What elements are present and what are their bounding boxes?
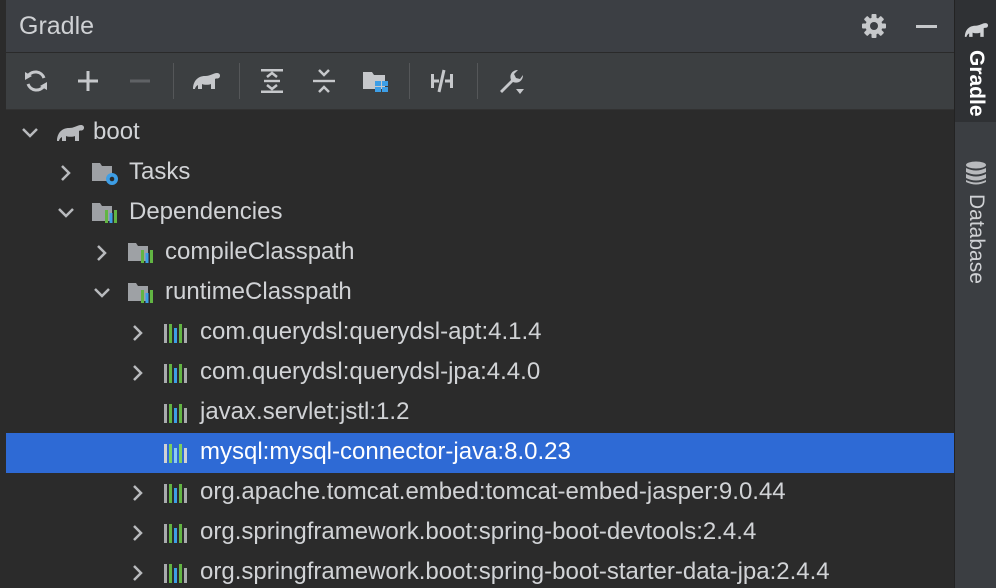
tree-node-label: Dependencies — [129, 198, 283, 225]
tree-node-label: org.springframework.boot:spring-boot-dev… — [200, 518, 757, 545]
tree-node-label: Tasks — [129, 158, 191, 185]
library-icon — [162, 399, 192, 427]
tree-node-dependency[interactable]: org.springframework.boot:spring-boot-dev… — [6, 513, 954, 553]
plus-icon[interactable] — [72, 65, 104, 97]
tree-node-label: org.apache.tomcat.embed:tomcat-embed-jas… — [200, 478, 786, 505]
tab-gradle[interactable]: Gradle — [955, 0, 996, 122]
chevron-right-icon[interactable] — [126, 481, 150, 505]
tree-node-boot[interactable]: boot — [6, 113, 954, 153]
library-icon — [162, 519, 192, 547]
tree-node-label: com.querydsl:querydsl-jpa:4.4.0 — [200, 358, 541, 385]
chevron-down-icon[interactable] — [18, 121, 42, 145]
dependencies-folder-icon — [126, 279, 156, 307]
tool-window-title: Gradle — [19, 12, 95, 40]
gradle-elephant-icon — [961, 18, 991, 47]
chevron-right-icon[interactable] — [126, 361, 150, 385]
folder-modules-icon[interactable] — [360, 65, 392, 97]
chevron-right-icon[interactable] — [54, 161, 78, 185]
tree-node-dependency-selected[interactable]: mysql:mysql-connector-java:8.0.23 — [6, 433, 954, 473]
minus-icon[interactable] — [124, 65, 156, 97]
tree-node-dependency[interactable]: javax.servlet:jstl:1.2 — [6, 393, 954, 433]
gradle-elephant-icon — [54, 119, 85, 147]
tree-node-dependency[interactable]: com.querydsl:querydsl-jpa:4.4.0 — [6, 353, 954, 393]
gear-icon[interactable] — [860, 12, 888, 40]
chevron-down-icon[interactable] — [54, 201, 78, 225]
tree-node-label: com.querydsl:querydsl-apt:4.1.4 — [200, 318, 542, 345]
tree-node-label: mysql:mysql-connector-java:8.0.23 — [200, 438, 571, 465]
tab-database-label: Database — [965, 194, 988, 284]
tree-node-runtime-classpath[interactable]: runtimeClasspath — [6, 273, 954, 313]
toolbar-separator — [409, 63, 410, 99]
tree-node-tasks[interactable]: Tasks — [6, 153, 954, 193]
toolbar-separator — [173, 63, 174, 99]
tree-node-compile-classpath[interactable]: compileClasspath — [6, 233, 954, 273]
chevron-right-icon[interactable] — [90, 241, 114, 265]
chevron-right-icon[interactable] — [126, 321, 150, 345]
gradle-toolbar — [6, 53, 954, 110]
library-icon — [162, 439, 192, 467]
tree-node-label: boot — [93, 118, 140, 145]
tree-node-dependencies[interactable]: Dependencies — [6, 193, 954, 233]
tree-node-dependency[interactable]: org.springframework.boot:spring-boot-sta… — [6, 553, 954, 588]
tree-node-label: runtimeClasspath — [165, 278, 352, 305]
tab-database[interactable]: Database — [955, 150, 996, 300]
chevron-right-icon[interactable] — [126, 521, 150, 545]
gradle-project-tree: boot Tasks Dependencies compileClasspath… — [6, 112, 954, 588]
database-icon — [964, 160, 988, 191]
tree-node-dependency[interactable]: com.querydsl:querydsl-apt:4.1.4 — [6, 313, 954, 353]
dependencies-folder-icon — [90, 199, 120, 227]
library-icon — [162, 479, 192, 507]
minimize-icon[interactable] — [912, 12, 940, 40]
library-icon — [162, 359, 192, 387]
library-icon — [162, 559, 192, 587]
right-tool-window-strip: Gradle Database — [954, 0, 996, 588]
library-icon — [162, 319, 192, 347]
elephant-icon[interactable] — [190, 65, 222, 97]
tab-gradle-label: Gradle — [965, 50, 988, 117]
toolbar-separator — [477, 63, 478, 99]
tree-node-dependency[interactable]: org.apache.tomcat.embed:tomcat-embed-jas… — [6, 473, 954, 513]
expand-all-icon[interactable] — [256, 65, 288, 97]
gradle-tool-window: Gradle boot Tasks Dependencies compileCl… — [0, 0, 954, 588]
dependencies-folder-icon — [126, 239, 156, 267]
wrench-icon[interactable] — [494, 65, 526, 97]
tree-node-label: javax.servlet:jstl:1.2 — [200, 398, 410, 425]
tool-window-header: Gradle — [6, 0, 954, 53]
tree-node-label: compileClasspath — [165, 238, 355, 265]
chevron-down-icon[interactable] — [90, 281, 114, 305]
toolbar-separator — [239, 63, 240, 99]
tasks-folder-icon — [90, 159, 120, 187]
collapse-all-icon[interactable] — [308, 65, 340, 97]
refresh-icon[interactable] — [20, 65, 52, 97]
chevron-right-icon[interactable] — [126, 561, 150, 585]
tree-node-label: org.springframework.boot:spring-boot-sta… — [200, 558, 830, 585]
offline-icon[interactable] — [426, 65, 458, 97]
